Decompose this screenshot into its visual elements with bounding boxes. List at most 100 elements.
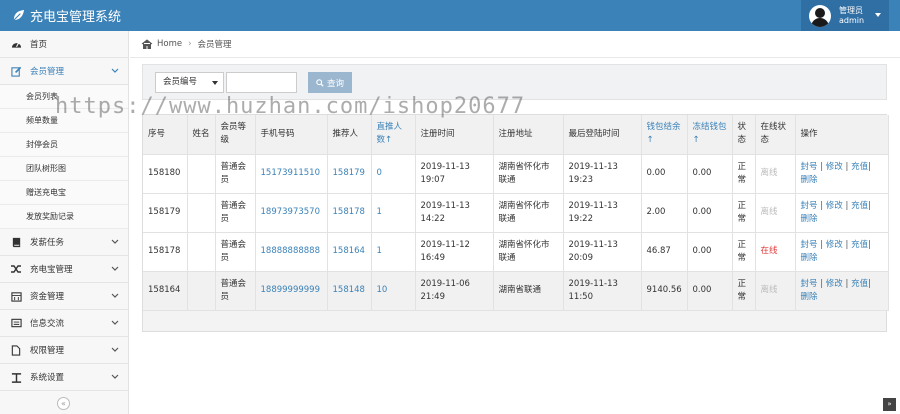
cell-id: 158178 bbox=[143, 232, 188, 272]
cell-level: 普通会员 bbox=[215, 154, 256, 194]
breadcrumb-home[interactable]: Home bbox=[157, 39, 182, 49]
search-input[interactable] bbox=[226, 72, 297, 93]
dashboard-icon bbox=[10, 38, 22, 50]
chevron-down-icon bbox=[111, 293, 119, 298]
cell-reg-time: 2019-11-06 21:49 bbox=[415, 271, 494, 311]
members-table: 序号 姓名 会员等级 手机号码 推荐人 直推人数↑ 注册时间 注册地址 最后登陆… bbox=[143, 115, 889, 311]
delete-link[interactable]: 删除 bbox=[801, 253, 818, 263]
sidebar-subitem-rewards[interactable]: 发放奖励记录 bbox=[0, 205, 128, 229]
cell-name bbox=[187, 193, 216, 233]
cell-referrer[interactable]: 158148 bbox=[327, 271, 372, 311]
cell-name bbox=[187, 271, 216, 311]
ban-link[interactable]: 封号 bbox=[801, 201, 818, 211]
cell-id: 158179 bbox=[143, 193, 188, 233]
breadcrumb-current: 会员管理 bbox=[197, 40, 232, 50]
search-field-select[interactable]: 会员编号 bbox=[155, 72, 224, 93]
column-header-direct-count[interactable]: 直推人数↑ bbox=[371, 115, 416, 155]
ban-link[interactable]: 封号 bbox=[801, 240, 818, 250]
cell-online: 离线 bbox=[755, 271, 796, 311]
cell-ops: 封号 | 修改 | 充值| 删除 bbox=[795, 271, 889, 311]
cell-referrer[interactable]: 158164 bbox=[327, 232, 372, 272]
sidebar-subitem-gift[interactable]: 赠送充电宝 bbox=[0, 181, 128, 205]
cell-referrer[interactable]: 158179 bbox=[327, 154, 372, 194]
sidebar-item-label: 充电宝管理 bbox=[30, 265, 73, 275]
caret-down-icon bbox=[875, 13, 881, 17]
text-icon bbox=[10, 371, 22, 383]
cell-reg-addr: 湖南省怀化市联通 bbox=[493, 154, 564, 194]
edit-link[interactable]: 修改 bbox=[826, 279, 843, 289]
table-row: 158178 普通会员 18888888888 158164 1 2019-11… bbox=[143, 232, 889, 272]
cell-direct[interactable]: 1 bbox=[371, 232, 416, 272]
cell-direct[interactable]: 0 bbox=[371, 154, 416, 194]
cell-status: 正常 bbox=[732, 271, 756, 311]
cell-phone[interactable]: 15173911510 bbox=[255, 154, 328, 194]
table-header-row: 序号 姓名 会员等级 手机号码 推荐人 直推人数↑ 注册时间 注册地址 最后登陆… bbox=[143, 115, 889, 155]
edit-link[interactable]: 修改 bbox=[826, 162, 843, 172]
sidebar-subitem-team-tree[interactable]: 团队树形图 bbox=[0, 157, 128, 181]
cell-direct[interactable]: 1 bbox=[371, 193, 416, 233]
recharge-link[interactable]: 充值 bbox=[851, 240, 868, 250]
column-header-phone: 手机号码 bbox=[255, 115, 328, 155]
cell-ops: 封号 | 修改 | 充值| 删除 bbox=[795, 232, 889, 272]
column-header-last-login: 最后登陆时间 bbox=[563, 115, 642, 155]
back-to-top-button[interactable]: » bbox=[883, 398, 896, 411]
ban-link[interactable]: 封号 bbox=[801, 162, 818, 172]
recharge-link[interactable]: 充值 bbox=[851, 162, 868, 172]
recharge-link[interactable]: 充值 bbox=[851, 279, 868, 289]
column-header-level: 会员等级 bbox=[215, 115, 256, 155]
edit-link[interactable]: 修改 bbox=[826, 201, 843, 211]
sidebar-item-label: 首页 bbox=[30, 40, 48, 50]
column-header-reg-time: 注册时间 bbox=[415, 115, 494, 155]
delete-link[interactable]: 删除 bbox=[801, 175, 818, 185]
home-icon bbox=[141, 39, 153, 49]
search-bar: 会员编号 查询 bbox=[142, 64, 887, 100]
ban-link[interactable]: 封号 bbox=[801, 279, 818, 289]
sidebar-item-tasks[interactable]: 发薪任务 bbox=[0, 229, 128, 256]
chevron-down-icon bbox=[111, 320, 119, 325]
delete-link[interactable]: 删除 bbox=[801, 292, 818, 302]
recharge-link[interactable]: 充值 bbox=[851, 201, 868, 211]
user-menu[interactable]: 管理员 admin bbox=[801, 0, 889, 31]
sidebar-item-permissions[interactable]: 权限管理 bbox=[0, 337, 128, 364]
column-header-wallet[interactable]: 钱包结余↑ bbox=[641, 115, 688, 155]
sidebar: 首页 会员管理 会员列表 频单数量 封停会员 团队树形图 赠送充电宝 发放奖励记… bbox=[0, 31, 129, 414]
cell-direct[interactable]: 10 bbox=[371, 271, 416, 311]
cell-frozen: 0.00 bbox=[687, 271, 733, 311]
sidebar-item-messages[interactable]: 信息交流 bbox=[0, 310, 128, 337]
sidebar-item-powerbank[interactable]: 充电宝管理 bbox=[0, 256, 128, 283]
leaf-icon bbox=[13, 9, 25, 21]
cell-id: 158164 bbox=[143, 271, 188, 311]
breadcrumb: Home › 会员管理 bbox=[130, 31, 900, 58]
cell-ops: 封号 | 修改 | 充值| 删除 bbox=[795, 193, 889, 233]
cell-name bbox=[187, 232, 216, 272]
cell-referrer[interactable]: 158178 bbox=[327, 193, 372, 233]
table-row: 158180 普通会员 15173911510 158179 0 2019-11… bbox=[143, 154, 889, 194]
sidebar-subitem-order-count[interactable]: 频单数量 bbox=[0, 109, 128, 133]
edit-link[interactable]: 修改 bbox=[826, 240, 843, 250]
sidebar-item-finance[interactable]: 资金管理 bbox=[0, 283, 128, 310]
sidebar-subitem-banned[interactable]: 封停会员 bbox=[0, 133, 128, 157]
search-button[interactable]: 查询 bbox=[308, 72, 352, 93]
cell-level: 普通会员 bbox=[215, 232, 256, 272]
cell-last-login: 2019-11-13 19:22 bbox=[563, 193, 642, 233]
cell-level: 普通会员 bbox=[215, 193, 256, 233]
sidebar-item-members[interactable]: 会员管理 bbox=[0, 58, 128, 85]
cell-phone[interactable]: 18973973570 bbox=[255, 193, 328, 233]
sidebar-item-settings[interactable]: 系统设置 bbox=[0, 364, 128, 391]
cell-status: 正常 bbox=[732, 193, 756, 233]
cell-phone[interactable]: 18888888888 bbox=[255, 232, 328, 272]
delete-link[interactable]: 删除 bbox=[801, 214, 818, 224]
sidebar-item-home[interactable]: 首页 bbox=[0, 31, 128, 58]
cell-phone[interactable]: 18899999999 bbox=[255, 271, 328, 311]
calendar-icon bbox=[10, 290, 22, 302]
table-row: 158179 普通会员 18973973570 158178 1 2019-11… bbox=[143, 193, 889, 233]
cell-online: 离线 bbox=[755, 193, 796, 233]
book-icon bbox=[10, 236, 22, 248]
app-logo[interactable]: 充电宝管理系统 bbox=[12, 6, 121, 25]
sidebar-subitem-member-list[interactable]: 会员列表 bbox=[0, 85, 128, 109]
column-header-frozen[interactable]: 冻结钱包↑ bbox=[687, 115, 733, 155]
cell-reg-time: 2019-11-13 19:07 bbox=[415, 154, 494, 194]
sidebar-collapse-button[interactable]: « bbox=[57, 397, 70, 410]
cell-reg-addr: 湖南省联通 bbox=[493, 271, 564, 311]
cell-wallet: 0.00 bbox=[641, 154, 688, 194]
